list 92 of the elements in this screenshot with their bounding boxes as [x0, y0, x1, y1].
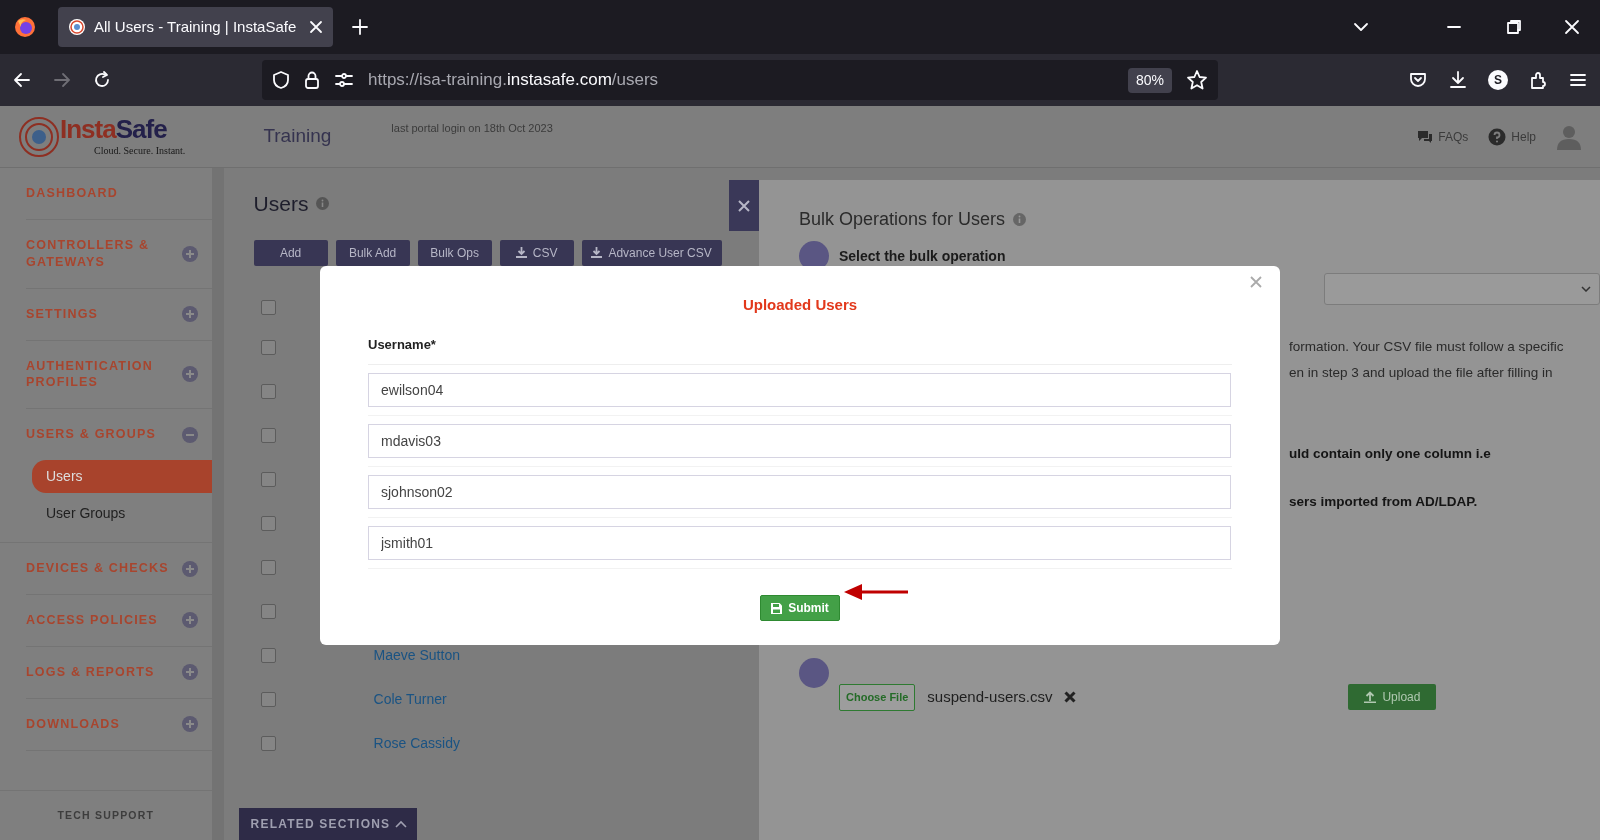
expand-icon[interactable]: [181, 664, 198, 681]
address-bar[interactable]: https://isa-training.instasafe.com/users 80%: [262, 60, 1218, 100]
modal-title: Uploaded Users: [741, 295, 859, 315]
panel-close-button[interactable]: [728, 180, 759, 231]
user-avatar-icon[interactable]: [1556, 123, 1582, 150]
expand-icon[interactable]: [181, 245, 198, 262]
checkbox[interactable]: [260, 384, 276, 399]
download-icon[interactable]: [1448, 70, 1468, 90]
url-text: https://isa-training.instasafe.com/users: [368, 69, 659, 92]
upload-icon: [1364, 691, 1377, 704]
expand-icon[interactable]: [181, 560, 198, 577]
favicon-icon: [68, 18, 86, 36]
user-name-link[interactable]: Maeve Sutton: [373, 645, 460, 666]
reload-icon[interactable]: [92, 70, 112, 90]
info-icon: [1013, 213, 1027, 226]
back-icon[interactable]: [12, 70, 32, 90]
user-name-link[interactable]: Rose Cassidy: [373, 733, 460, 754]
forward-icon[interactable]: [52, 70, 72, 90]
last-login-text: last portal login on 18th Oct 2023: [391, 121, 553, 136]
zoom-button[interactable]: 80%: [1127, 67, 1172, 93]
step-label: Select the bulk operation: [839, 246, 1006, 266]
header-link[interactable]: Help: [1511, 127, 1536, 146]
user-name-link[interactable]: Cole Turner: [373, 689, 447, 710]
browser-tab[interactable]: All Users - Training | InstaSafe: [58, 7, 333, 47]
instruction-text: formation. Your CSV file must follow a specific: [1289, 338, 1565, 356]
permissions-icon: [334, 71, 354, 89]
expand-icon[interactable]: [181, 716, 198, 733]
username-field[interactable]: jsmith01: [368, 526, 1231, 560]
checkbox[interactable]: [260, 692, 276, 707]
checkbox[interactable]: [260, 604, 276, 619]
panel-title: Bulk Operations for Users: [799, 208, 1006, 231]
instruction-text: uld contain only one column i.e: [1289, 444, 1492, 463]
expand-icon[interactable]: [181, 612, 198, 629]
portal-name: Training: [263, 124, 332, 149]
new-tab-icon[interactable]: [351, 18, 369, 36]
toolbar-button[interactable]: Bulk Ops: [417, 239, 492, 266]
chevron-down-icon: [1581, 286, 1591, 292]
username-field[interactable]: mdavis03: [368, 424, 1231, 458]
upload-button[interactable]: Upload: [1348, 684, 1437, 711]
logo-icon: [18, 115, 60, 158]
download-icon: [591, 247, 603, 258]
toolbar-button[interactable]: Add: [253, 239, 328, 266]
instruction-text: en in step 3 and upload the file after filling in: [1289, 364, 1554, 383]
chat-icon: [1417, 129, 1434, 144]
collapse-icon[interactable]: [181, 426, 198, 443]
remove-file-icon[interactable]: [1064, 691, 1077, 704]
checkbox[interactable]: [260, 648, 276, 663]
related-sections-bar[interactable]: RELATED SECTIONS: [238, 808, 417, 840]
tech-support-link[interactable]: TECH SUPPORT: [0, 790, 212, 840]
submit-button[interactable]: Submit: [760, 595, 840, 621]
download-icon: [515, 247, 527, 258]
chevron-up-icon: [394, 820, 407, 828]
username-field[interactable]: sjohnson02: [368, 475, 1231, 509]
logo-wordmark: InstaSafe: [60, 115, 168, 145]
bookmark-star-icon[interactable]: [1186, 69, 1208, 91]
logo-tagline: Cloud. Secure. Instant.: [94, 143, 186, 158]
checkbox[interactable]: [260, 516, 276, 531]
sidebar-subitem[interactable]: Users: [32, 460, 212, 494]
save-icon: [771, 602, 783, 614]
expand-icon[interactable]: [181, 306, 198, 323]
toolbar-button[interactable]: CSV: [499, 239, 574, 266]
toolbar-button[interactable]: Advance User CSV: [581, 239, 722, 266]
page-title: Users: [253, 191, 309, 217]
pocket-icon[interactable]: [1408, 70, 1428, 90]
help-icon: [1488, 127, 1507, 146]
file-name: suspend-users.csv: [927, 687, 1053, 707]
checkbox[interactable]: [260, 472, 276, 487]
checkbox[interactable]: [260, 428, 276, 443]
arrow-annotation-icon: [844, 582, 910, 602]
sidebar-subitem[interactable]: User Groups: [26, 497, 212, 531]
info-icon: [316, 197, 330, 211]
restore-icon[interactable]: [1506, 19, 1522, 35]
related-sections-label: RELATED SECTIONS: [250, 816, 391, 833]
checkbox[interactable]: [260, 340, 276, 355]
close-icon: [737, 199, 750, 212]
operation-select[interactable]: [1324, 273, 1600, 305]
shield-icon: [272, 70, 290, 90]
browser-logo-icon: [14, 16, 36, 38]
expand-icon[interactable]: [181, 366, 198, 383]
step-circle-icon: [799, 658, 829, 688]
extensions-icon[interactable]: [1528, 70, 1548, 90]
choose-file-button[interactable]: Choose File: [839, 684, 916, 711]
account-avatar[interactable]: S: [1488, 70, 1508, 90]
username-field[interactable]: ewilson04: [368, 373, 1231, 407]
toolbar-button[interactable]: Bulk Add: [335, 239, 410, 266]
lock-icon: [304, 70, 320, 90]
checkbox[interactable]: [260, 300, 276, 315]
checkbox[interactable]: [260, 560, 276, 575]
header-link[interactable]: FAQs: [1438, 127, 1469, 146]
instruction-text: sers imported from AD/LDAP.: [1289, 492, 1479, 511]
checkbox[interactable]: [260, 736, 276, 751]
field-label: Username*: [368, 316, 1232, 365]
